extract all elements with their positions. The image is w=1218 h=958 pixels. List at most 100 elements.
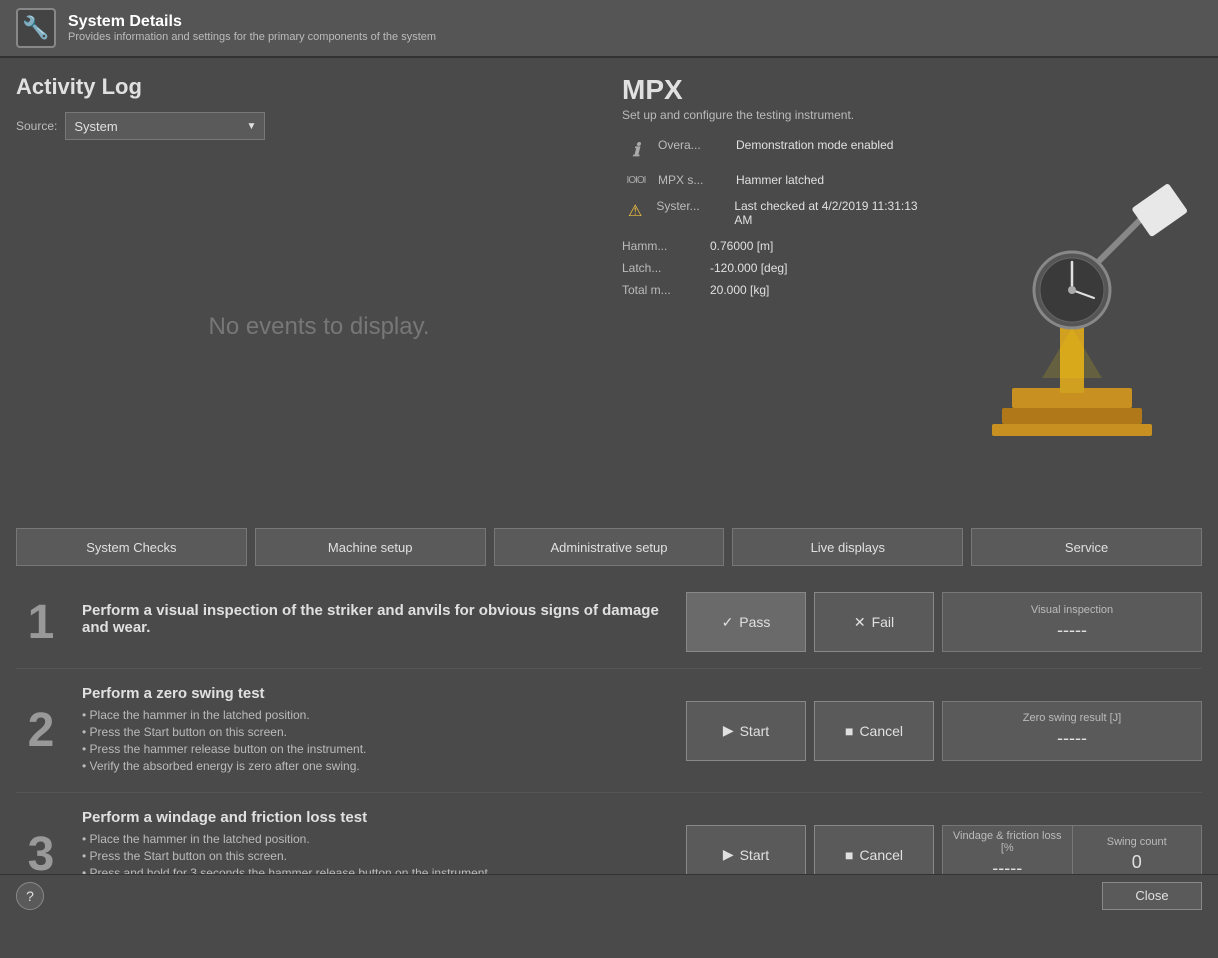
check-title-2: Perform a zero swing test bbox=[82, 685, 670, 702]
mpx-subtitle: Set up and configure the testing instrum… bbox=[622, 108, 1202, 122]
source-value: System bbox=[74, 119, 117, 134]
bullet-2-3: Verify the absorbed energy is zero after… bbox=[82, 759, 670, 773]
check-title-3: Perform a windage and friction loss test bbox=[82, 809, 670, 826]
mpx-row-0: ℹ Overa... Demonstration mode enabled bbox=[622, 138, 926, 161]
check-item-2: 2 Perform a zero swing test Place the ha… bbox=[16, 669, 1202, 793]
cancel-button-3[interactable]: ■ Cancel bbox=[814, 825, 934, 875]
check-description-2: Perform a zero swing test Place the hamm… bbox=[82, 685, 670, 776]
check-icon: ✓ bbox=[722, 614, 734, 631]
mpx-info-table: ℹ Overa... Demonstration mode enabled IO… bbox=[622, 138, 926, 458]
tab-system-checks[interactable]: System Checks bbox=[16, 528, 247, 566]
ioioi-icon: IOIOI bbox=[622, 175, 650, 186]
swing-label: Swing count bbox=[1107, 836, 1167, 848]
mpx-label-2: Syster... bbox=[656, 199, 726, 213]
fail-button-1[interactable]: ✕ Fail bbox=[814, 592, 934, 652]
bullet-2-2: Press the hammer release button on the i… bbox=[82, 742, 670, 756]
friction-value: ----- bbox=[992, 858, 1022, 874]
result-box-2: Zero swing result [J] ----- bbox=[942, 701, 1202, 761]
check-number-2: 2 bbox=[16, 703, 66, 758]
mpx-label-1: MPX s... bbox=[658, 173, 728, 187]
mpx-panel: MPX Set up and configure the testing ins… bbox=[622, 74, 1202, 502]
tab-service[interactable]: Service bbox=[971, 528, 1202, 566]
fail-label: Fail bbox=[872, 614, 895, 630]
charpy-illustration bbox=[942, 138, 1202, 458]
check-title-1: Perform a visual inspection of the strik… bbox=[82, 602, 670, 636]
stop-icon: ■ bbox=[845, 723, 853, 739]
activity-log-empty: No events to display. bbox=[16, 152, 622, 502]
tab-live-displays[interactable]: Live displays bbox=[732, 528, 963, 566]
activity-log-title: Activity Log bbox=[16, 74, 622, 100]
pass-button-1[interactable]: ✓ Pass bbox=[686, 592, 806, 652]
mpx-data-rows: Hamm... 0.76000 [m] Latch... -120.000 [d… bbox=[622, 239, 926, 297]
dropdown-arrow-icon: ▼ bbox=[246, 121, 256, 132]
bottom-bar: ? Close bbox=[0, 874, 1218, 916]
check-actions-3: ▶ Start ■ Cancel Vindage & friction loss… bbox=[686, 825, 1202, 875]
cancel-button-2[interactable]: ■ Cancel bbox=[814, 701, 934, 761]
tab-machine-setup[interactable]: Machine setup bbox=[255, 528, 486, 566]
check-number-1: 1 bbox=[16, 595, 66, 650]
activity-log: Activity Log Source: System ▼ No events … bbox=[16, 74, 622, 502]
result-box-1: Visual inspection ----- bbox=[942, 592, 1202, 652]
warning-icon: ⚠ bbox=[622, 201, 648, 221]
check-description-1: Perform a visual inspection of the strik… bbox=[82, 602, 670, 642]
source-dropdown[interactable]: System ▼ bbox=[65, 112, 265, 140]
info-icon: ℹ bbox=[622, 140, 650, 161]
mpx-data-value-0: 0.76000 [m] bbox=[710, 239, 773, 253]
mpx-data-value-1: -120.000 [deg] bbox=[710, 261, 787, 275]
source-row: Source: System ▼ bbox=[16, 112, 622, 140]
close-button[interactable]: Close bbox=[1102, 882, 1202, 910]
bullet-2-1: Press the Start button on this screen. bbox=[82, 725, 670, 739]
check-number-3: 3 bbox=[16, 827, 66, 874]
check-item-1: 1 Perform a visual inspection of the str… bbox=[16, 576, 1202, 669]
mpx-data-label-2: Total m... bbox=[622, 283, 702, 297]
stop-icon-3: ■ bbox=[845, 847, 853, 863]
bullet-3-0: Place the hammer in the latched position… bbox=[82, 832, 670, 846]
result-box-label-1: Visual inspection bbox=[1031, 604, 1113, 616]
start-button-3[interactable]: ▶ Start bbox=[686, 825, 806, 875]
start-button-2[interactable]: ▶ Start bbox=[686, 701, 806, 761]
title-icon: 🔧 bbox=[16, 8, 56, 48]
check-actions-2: ▶ Start ■ Cancel Zero swing result [J] -… bbox=[686, 701, 1202, 761]
top-section: Activity Log Source: System ▼ No events … bbox=[0, 58, 1218, 518]
mpx-data-0: Hamm... 0.76000 [m] bbox=[622, 239, 926, 253]
help-button[interactable]: ? bbox=[16, 882, 44, 910]
start-label: Start bbox=[740, 723, 770, 739]
app-title: System Details bbox=[68, 13, 436, 31]
cancel-label-3: Cancel bbox=[859, 847, 903, 863]
checks-section: 1 Perform a visual inspection of the str… bbox=[0, 576, 1218, 874]
play-icon: ▶ bbox=[723, 722, 734, 739]
mpx-title-section: MPX Set up and configure the testing ins… bbox=[622, 74, 1202, 122]
mpx-label-0: Overa... bbox=[658, 138, 728, 152]
result-box-value-1: ----- bbox=[1057, 620, 1087, 641]
mpx-value-2: Last checked at 4/2/2019 11:31:13 AM bbox=[734, 199, 926, 227]
title-text: System Details Provides information and … bbox=[68, 13, 436, 43]
mpx-data-2: Total m... 20.000 [kg] bbox=[622, 283, 926, 297]
check-actions-1: ✓ Pass ✕ Fail Visual inspection ----- bbox=[686, 592, 1202, 652]
title-bar: 🔧 System Details Provides information an… bbox=[0, 0, 1218, 58]
bullet-2-0: Place the hammer in the latched position… bbox=[82, 708, 670, 722]
play-icon-3: ▶ bbox=[723, 846, 734, 863]
x-icon: ✕ bbox=[854, 614, 866, 631]
mpx-value-0: Demonstration mode enabled bbox=[736, 138, 893, 152]
result-box-label-2: Zero swing result [J] bbox=[1023, 712, 1121, 724]
bullet-3-1: Press the Start button on this screen. bbox=[82, 849, 670, 863]
mpx-body: ℹ Overa... Demonstration mode enabled IO… bbox=[622, 138, 1202, 458]
mpx-title: MPX bbox=[622, 74, 1202, 106]
mpx-header: MPX Set up and configure the testing ins… bbox=[622, 74, 1202, 122]
mpx-row-2: ⚠ Syster... Last checked at 4/2/2019 11:… bbox=[622, 199, 926, 227]
bullet-3-2: Press and hold for 3 seconds the hammer … bbox=[82, 866, 670, 874]
start-label-3: Start bbox=[740, 847, 770, 863]
check-description-3: Perform a windage and friction loss test… bbox=[82, 809, 670, 874]
result-box-row-3: Vindage & friction loss [% ----- Swing c… bbox=[942, 825, 1202, 875]
pass-label: Pass bbox=[739, 614, 770, 630]
mpx-data-label-0: Hamm... bbox=[622, 239, 702, 253]
swing-value: 0 bbox=[1132, 852, 1142, 873]
tab-administrative-setup[interactable]: Administrative setup bbox=[494, 528, 725, 566]
mpx-data-label-1: Latch... bbox=[622, 261, 702, 275]
nav-tabs: System Checks Machine setup Administrati… bbox=[0, 518, 1218, 576]
check-bullets-2: Place the hammer in the latched position… bbox=[82, 708, 670, 773]
mpx-data-value-2: 20.000 [kg] bbox=[710, 283, 769, 297]
app-subtitle: Provides information and settings for th… bbox=[68, 31, 436, 43]
source-label: Source: bbox=[16, 119, 57, 133]
mpx-value-1: Hammer latched bbox=[736, 173, 824, 187]
